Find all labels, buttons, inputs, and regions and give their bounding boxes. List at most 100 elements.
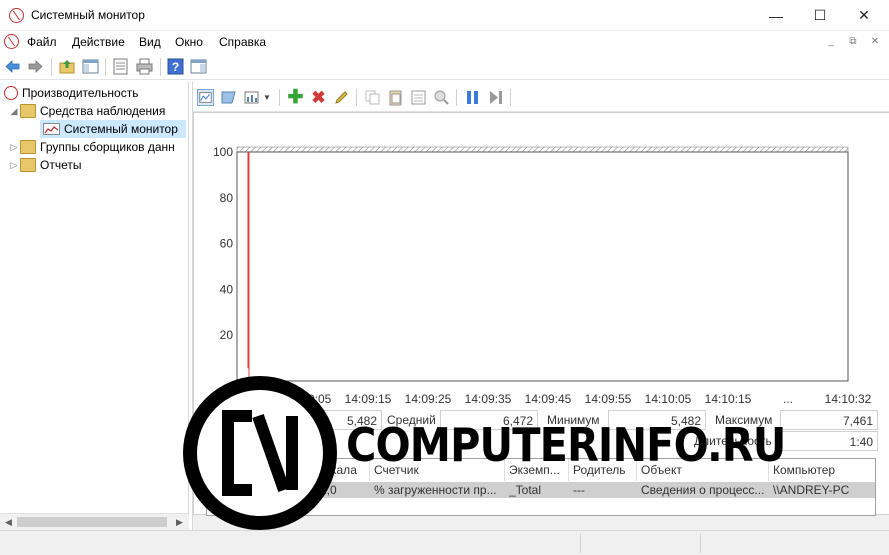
menu-action[interactable]: Действие (72, 35, 125, 49)
object-cell: Сведения о процесс... (641, 483, 765, 497)
status-bar (0, 530, 889, 555)
tree-item-label: Производительность (22, 86, 139, 100)
scroll-left-icon[interactable]: ◀ (0, 515, 17, 530)
x-tick-label: 14:09:55 (585, 392, 632, 406)
parent-cell: --- (573, 483, 585, 497)
counter-cell: % загруженности пр... (374, 483, 497, 497)
column-scale[interactable]: Шкала (316, 459, 370, 481)
x-tick-label: 14:09:35 (465, 392, 512, 406)
system-monitor-pane: ▼ ✚ ✖ 100 80 60 40 20 14:08:54 14:09:05 14:09:1… (192, 82, 889, 530)
close-button[interactable]: ✕ (841, 0, 887, 31)
tree-item-label: Системный монитор (64, 122, 178, 136)
y-tick-label: 40 (220, 282, 234, 296)
last-label: Последний (220, 413, 282, 427)
computer-cell: \\ANDREY-PC (773, 483, 850, 497)
print-icon[interactable] (136, 58, 153, 75)
column-instance[interactable]: Экземп... (505, 459, 569, 481)
counter-legend-table[interactable]: Показ Цвет Шкала Счетчик Экземп... Родит… (206, 458, 876, 516)
tree-item-label: Средства наблюдения (40, 104, 166, 118)
update-data-icon[interactable] (487, 89, 504, 106)
duration-label: Длительность (694, 434, 772, 448)
minimize-button[interactable]: — (753, 0, 799, 31)
x-tick-label: 14:09:15 (345, 392, 392, 406)
properties-icon[interactable] (112, 58, 129, 75)
show-hide-console-tree-icon[interactable] (82, 58, 99, 75)
menu-window[interactable]: Окно (175, 35, 203, 49)
tree-item-monitoring-tools[interactable]: ◢ Средства наблюдения (8, 102, 165, 120)
column-counter[interactable]: Счетчик (370, 459, 505, 481)
graph-area: 100 80 60 40 20 14:08:54 14:09:05 14:09:15 14:09… (193, 112, 889, 516)
column-color[interactable]: Цвет (258, 459, 316, 481)
title-bar: Системный монитор — ☐ ✕ (0, 0, 889, 31)
action-pane-icon[interactable] (190, 58, 207, 75)
graph-type-dropdown-icon[interactable]: ▼ (262, 89, 272, 106)
child-minimize-button[interactable]: _ (821, 33, 841, 50)
scroll-right-icon[interactable]: ▶ (171, 515, 188, 530)
table-row[interactable]: ✓ 1,0 % загруженности пр... _Total --- С… (208, 482, 875, 498)
tree-item-label: Отчеты (40, 158, 82, 172)
highlight-pen-icon[interactable] (333, 89, 350, 106)
mmc-system-menu-icon[interactable] (4, 34, 19, 49)
last-value: 5,482 (294, 410, 382, 430)
collapsed-chevron-icon[interactable]: ▷ (8, 160, 20, 171)
menu-help[interactable]: Справка (219, 35, 266, 49)
x-tick-label: 14:08:54 (225, 392, 272, 406)
plot-area (236, 151, 849, 382)
y-tick-label: 60 (220, 237, 234, 251)
tree-item-reports[interactable]: ▷ Отчеты (8, 156, 81, 174)
child-close-button[interactable]: ✕ (865, 33, 885, 50)
console-tree: Производительность ◢ Средства наблюдения… (0, 82, 189, 530)
change-graph-type-icon[interactable] (243, 89, 260, 106)
expanded-chevron-icon[interactable]: ◢ (8, 106, 20, 117)
scrollbar-thumb[interactable] (17, 517, 167, 527)
menu-file[interactable]: Файл (27, 35, 57, 49)
properties-icon[interactable] (410, 89, 427, 106)
up-folder-icon[interactable] (59, 58, 76, 75)
add-counter-icon[interactable]: ✚ (287, 87, 304, 108)
chart-top-band (236, 146, 849, 153)
main-toolbar: ? (0, 53, 889, 80)
instance-cell: _Total (509, 483, 542, 497)
average-value: 6,472 (440, 410, 538, 430)
tree-item-data-collector-sets[interactable]: ▷ Группы сборщиков данн (8, 138, 175, 156)
x-tick-label: 14:10:05 (645, 392, 692, 406)
column-object[interactable]: Объект (637, 459, 769, 481)
column-show[interactable]: Показ (207, 459, 258, 481)
zoom-icon[interactable] (433, 89, 450, 106)
y-tick-label: 100 (213, 145, 233, 159)
minimum-label: Минимум (547, 413, 600, 427)
x-tick-label: 14:09:25 (405, 392, 452, 406)
paste-counter-list-icon[interactable] (387, 89, 404, 106)
back-arrow-icon[interactable] (4, 58, 21, 75)
column-computer[interactable]: Компьютер (769, 459, 875, 481)
column-parent[interactable]: Родитель (569, 459, 637, 481)
delete-counter-icon[interactable]: ✖ (310, 88, 327, 107)
child-restore-button[interactable]: ⧉ (843, 33, 863, 50)
svg-text:?: ? (172, 60, 179, 74)
help-icon[interactable]: ? (167, 58, 184, 75)
performance-icon (4, 86, 18, 100)
maximize-button[interactable]: ☐ (797, 0, 843, 31)
perfmon-app-icon (9, 8, 24, 23)
minimum-value: 5,482 (608, 410, 706, 430)
tree-horizontal-scrollbar[interactable]: ◀ ▶ (0, 513, 189, 530)
x-tick-label: 14:09:05 (285, 392, 332, 406)
view-current-activity-icon[interactable] (197, 89, 214, 106)
tree-item-label: Группы сборщиков данн (40, 140, 175, 154)
child-window-controls: _ ⧉ ✕ (821, 33, 885, 50)
show-checkbox[interactable]: ✓ (214, 484, 225, 495)
monitor-toolbar: ▼ ✚ ✖ (193, 82, 889, 112)
copy-properties-icon[interactable] (364, 89, 381, 106)
tree-item-performance[interactable]: Производительность (4, 84, 138, 102)
maximum-value: 7,461 (780, 410, 878, 430)
view-log-data-icon[interactable] (220, 89, 237, 106)
performance-line-chart[interactable]: 100 80 60 40 20 14:08:54 14:09:05 14:09:15 14:09… (194, 129, 889, 429)
folder-icon (20, 104, 36, 118)
freeze-display-icon[interactable] (464, 89, 481, 106)
collapsed-chevron-icon[interactable]: ▷ (8, 142, 20, 153)
x-tick-label: 14:09:45 (525, 392, 572, 406)
tree-item-system-monitor[interactable]: Системный монитор (40, 120, 186, 138)
forward-arrow-icon[interactable] (27, 58, 44, 75)
window-title: Системный монитор (31, 8, 145, 22)
menu-view[interactable]: Вид (139, 35, 161, 49)
